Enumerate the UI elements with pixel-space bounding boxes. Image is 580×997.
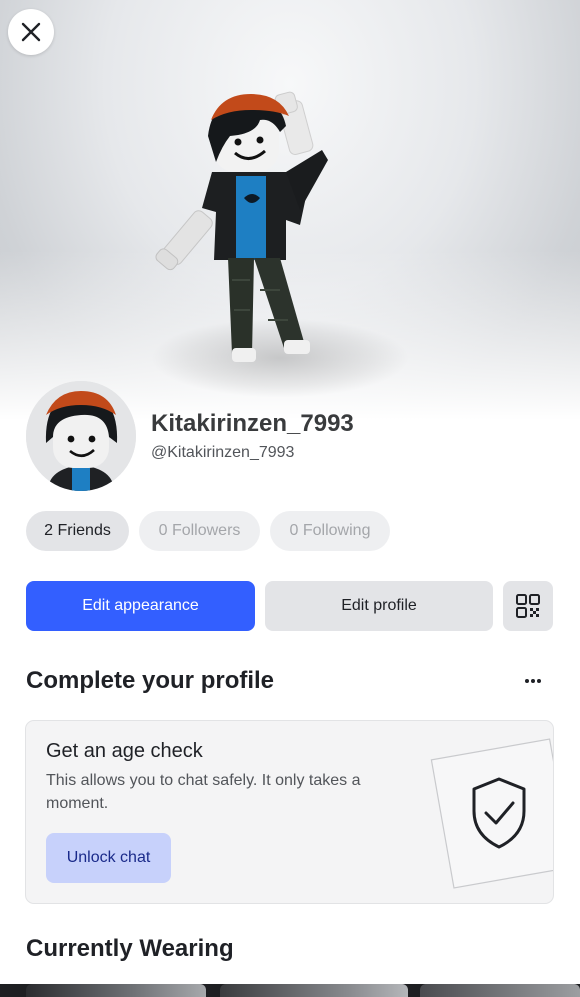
username: @Kitakirinzen_7993 bbox=[151, 444, 295, 461]
age-check-card: Get an age check This allows you to chat… bbox=[25, 720, 554, 904]
currently-wearing-heading: Currently Wearing bbox=[26, 935, 234, 962]
avatar-3d-render bbox=[155, 91, 328, 362]
close-icon bbox=[21, 22, 41, 42]
wearing-item-thumbnail[interactable] bbox=[26, 984, 206, 997]
avatar-headshot-image bbox=[26, 381, 136, 491]
display-name: Kitakirinzen_7993 bbox=[151, 410, 354, 437]
close-button[interactable] bbox=[8, 9, 54, 55]
unlock-chat-button[interactable]: Unlock chat bbox=[46, 833, 171, 883]
qr-code-button[interactable] bbox=[503, 581, 553, 631]
friends-count-pill[interactable]: 2 Friends bbox=[26, 511, 129, 551]
age-check-title: Get an age check bbox=[46, 740, 203, 762]
edit-profile-button[interactable]: Edit profile bbox=[265, 581, 493, 631]
following-count-pill[interactable]: 0 Following bbox=[270, 511, 390, 551]
more-horizontal-icon bbox=[525, 679, 541, 683]
more-options-button[interactable] bbox=[518, 668, 548, 694]
edit-appearance-button[interactable]: Edit appearance bbox=[26, 581, 255, 631]
avatar-hero bbox=[0, 0, 580, 420]
avatar-headshot[interactable] bbox=[26, 381, 136, 491]
qr-code-icon bbox=[516, 594, 540, 618]
shield-check-icon bbox=[430, 738, 553, 889]
wearing-item-thumbnail[interactable] bbox=[220, 984, 408, 997]
currently-wearing-list bbox=[0, 984, 580, 997]
age-check-description: This allows you to chat safely. It only … bbox=[46, 772, 361, 812]
complete-profile-heading: Complete your profile bbox=[26, 667, 275, 694]
followers-count-pill[interactable]: 0 Followers bbox=[139, 511, 260, 551]
wearing-item-thumbnail[interactable] bbox=[420, 984, 580, 997]
